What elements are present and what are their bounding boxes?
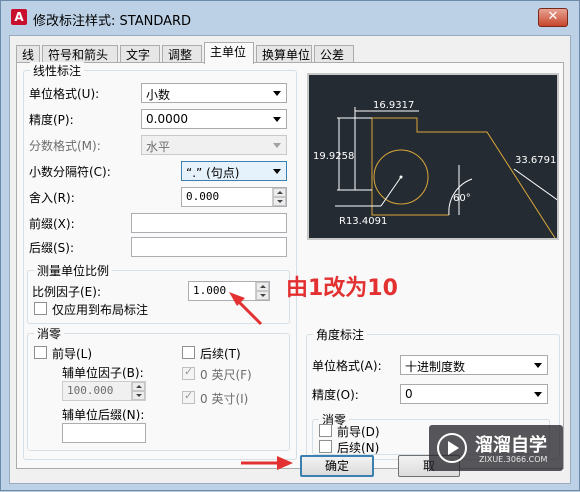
sub-unit-factor-value: 100.000 <box>67 384 114 397</box>
scale-factor-spinner[interactable] <box>255 282 269 300</box>
unit-format-value: 小数 <box>146 88 171 102</box>
tab-tolerances[interactable]: 公差 <box>314 45 354 63</box>
part-outline <box>371 117 556 239</box>
angular-precision-label: 精度(O): <box>312 388 359 402</box>
zero-suppression-group: 消零 前导(L) 辅单位因子(B): 100.000 辅单位后缀(N): 后续(… <box>27 325 290 451</box>
leading-zero-checkbox[interactable] <box>34 346 47 359</box>
sub-unit-factor-spinner[interactable] <box>131 382 145 400</box>
precision-value: 0.0000 <box>146 112 188 126</box>
fraction-format-value: 水平 <box>146 140 171 154</box>
zero-feet-checkbox[interactable] <box>182 365 195 380</box>
prefix-input[interactable] <box>131 213 287 233</box>
watermark-badge: 溜溜自学 ZIXUE.3066.COM <box>429 425 563 471</box>
dialog-window: A 修改标注样式: STANDARD ✕ 线 符号和箭头 文字 调整 主单位 换… <box>0 0 580 491</box>
sub-unit-suffix-input[interactable] <box>62 423 146 443</box>
dim-right-text: 33.6791 <box>515 155 556 166</box>
prefix-label: 前缀(X): <box>29 217 75 231</box>
watermark-name: 溜溜自学 <box>475 435 547 456</box>
decimal-separator-value: “.” (句点) <box>186 166 240 180</box>
window-title: 修改标注样式: STANDARD <box>33 14 192 29</box>
measurement-scale-title: 测量单位比例 <box>34 262 113 279</box>
chevron-down-icon <box>273 91 281 96</box>
precision-label: 精度(P): <box>29 113 74 127</box>
fraction-format-select[interactable]: 水平 <box>141 135 287 155</box>
angular-unit-format-label: 单位格式(A): <box>312 359 382 373</box>
round-off-value: 0.000 <box>186 190 220 203</box>
angular-unit-format-value: 十进制度数 <box>405 360 466 374</box>
angular-dimensions-title: 角度标注 <box>313 326 368 343</box>
spin-down-icon[interactable] <box>273 197 286 206</box>
unit-format-label: 单位格式(U): <box>29 87 100 101</box>
angular-trailing-zero-checkbox[interactable] <box>319 440 332 453</box>
tab-alternate-units[interactable]: 换算单位 <box>256 45 312 63</box>
spin-up-icon[interactable] <box>132 382 145 391</box>
dialog-client: 线 符号和箭头 文字 调整 主单位 换算单位 公差 线性标注 单位格式(U): … <box>9 35 571 484</box>
angular-precision-select[interactable]: 0 <box>400 384 548 404</box>
scale-factor-label: 比例因子(E): <box>32 285 101 299</box>
leading-zero-label: 前导(L) <box>52 347 93 361</box>
suffix-label: 后缀(S): <box>29 241 75 255</box>
sub-unit-factor-label: 辅单位因子(B): <box>62 366 144 380</box>
trailing-zero-checkbox[interactable] <box>182 346 195 359</box>
linear-dimensions-group: 线性标注 单位格式(U): 小数 精度(P): 0.0000 分数格式(M): … <box>23 62 297 460</box>
primary-units-panel: 线性标注 单位格式(U): 小数 精度(P): 0.0000 分数格式(M): … <box>16 62 564 469</box>
title-bar[interactable]: A 修改标注样式: STANDARD ✕ <box>1 1 579 35</box>
preview-geometry <box>371 117 556 239</box>
chevron-down-icon <box>534 392 542 397</box>
chevron-down-icon <box>273 169 281 174</box>
play-logo-icon <box>437 433 467 463</box>
angular-leading-zero-label: 前导(D) <box>337 425 380 439</box>
ok-button[interactable]: 确定 <box>300 455 374 477</box>
dim-left-text: 19.9258 <box>313 151 354 162</box>
zero-suppression-title: 消零 <box>34 325 65 342</box>
angular-trailing-zero-label: 后续(N) <box>337 441 380 455</box>
fraction-format-label: 分数格式(M): <box>29 139 101 153</box>
unit-format-select[interactable]: 小数 <box>141 83 287 103</box>
trailing-zero-label: 后续(T) <box>200 347 241 361</box>
preview-drawing: 16.9317 19.9258 33.6791 60° R13.4091 <box>313 100 560 239</box>
sub-unit-suffix-label: 辅单位后缀(N): <box>62 408 145 422</box>
spin-up-icon[interactable] <box>273 188 286 197</box>
measurement-scale-group: 测量单位比例 比例因子(E): 1.000 仅应用到布局标注 <box>27 262 290 324</box>
dimension-preview: 16.9317 19.9258 33.6791 60° R13.4091 <box>307 73 560 240</box>
chevron-down-icon <box>273 117 281 122</box>
angular-unit-format-select[interactable]: 十进制度数 <box>400 355 548 375</box>
angular-precision-value: 0 <box>405 387 413 401</box>
dim-angle-text: 60° <box>453 193 471 204</box>
precision-select[interactable]: 0.0000 <box>141 109 287 129</box>
spin-down-icon[interactable] <box>132 391 145 400</box>
zero-inches-checkbox[interactable] <box>182 389 195 404</box>
annotation-text: 由1改为10 <box>286 276 398 301</box>
hole-center-mark <box>399 175 403 179</box>
close-button[interactable]: ✕ <box>538 8 568 27</box>
angular-leading-zero-checkbox[interactable] <box>319 424 332 437</box>
decimal-separator-label: 小数分隔符(C): <box>29 165 111 179</box>
layout-only-label: 仅应用到布局标注 <box>52 303 149 317</box>
scale-factor-value: 1.000 <box>193 284 227 297</box>
zero-feet-label: 0 英尺(F) <box>200 368 252 382</box>
tab-primary-units[interactable]: 主单位 <box>204 42 254 64</box>
layout-only-checkbox[interactable] <box>34 302 47 315</box>
zero-inches-label: 0 英寸(I) <box>200 392 249 406</box>
chevron-down-icon <box>273 143 281 148</box>
round-off-label: 舍入(R): <box>29 191 75 205</box>
round-off-spinner[interactable] <box>272 188 286 206</box>
chevron-down-icon <box>534 363 542 368</box>
tab-text[interactable]: 文字 <box>120 45 160 63</box>
tab-fit[interactable]: 调整 <box>162 45 202 63</box>
tab-lines[interactable]: 线 <box>16 45 40 63</box>
watermark-url: ZIXUE.3066.COM <box>479 455 548 464</box>
autocad-app-icon: A <box>11 9 27 25</box>
decimal-separator-select[interactable]: “.” (句点) <box>181 161 287 181</box>
dim-top-text: 16.9317 <box>373 100 414 111</box>
dim-radius-text: R13.4091 <box>339 216 387 227</box>
tab-symbols-arrows[interactable]: 符号和箭头 <box>42 45 118 63</box>
spin-up-icon[interactable] <box>256 282 269 291</box>
spin-down-icon[interactable] <box>256 291 269 300</box>
suffix-input[interactable] <box>131 237 287 257</box>
linear-dimensions-title: 线性标注 <box>30 62 85 79</box>
